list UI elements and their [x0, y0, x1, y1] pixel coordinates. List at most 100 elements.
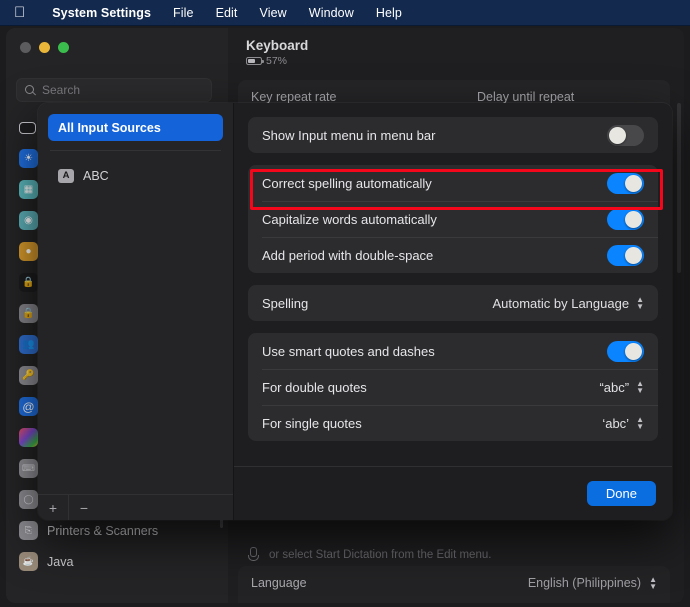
- row-spelling[interactable]: Spelling Automatic by Language ▲ ▼: [248, 285, 658, 321]
- menu-bar:  System Settings File Edit View Window …: [0, 0, 690, 26]
- row-label: Correct spelling automatically: [262, 175, 432, 191]
- battery-status: 57%: [246, 55, 287, 67]
- row-smart-quotes[interactable]: Use smart quotes and dashes: [248, 333, 658, 369]
- row-label: For single quotes: [262, 415, 362, 431]
- menu-item-window[interactable]: Window: [298, 6, 365, 20]
- trackpad-icon: [19, 121, 36, 134]
- spelling-value: Automatic by Language: [492, 295, 630, 311]
- done-button[interactable]: Done: [586, 481, 656, 506]
- spelling-select[interactable]: Automatic by Language ▲ ▼: [492, 296, 644, 311]
- search-placeholder: Search: [42, 83, 81, 97]
- key-icon: 🔑: [19, 366, 38, 385]
- traffic-lights: [20, 42, 69, 53]
- sheet-main: Show Input menu in menu bar Correct spel…: [234, 103, 672, 520]
- add-period-toggle[interactable]: [607, 244, 644, 266]
- capitalize-words-toggle[interactable]: [607, 208, 644, 230]
- abc-badge-icon: A: [58, 168, 74, 183]
- chevron-updown-icon[interactable]: ▲ ▼: [636, 416, 644, 431]
- add-input-source-button[interactable]: +: [38, 495, 68, 521]
- microphone-source-row[interactable]: Microphone source Automatic (USB Audio D…: [238, 599, 670, 603]
- users-icon: 👥: [19, 335, 38, 354]
- screen:  System Settings File Edit View Window …: [0, 0, 690, 607]
- row-label: Use smart quotes and dashes: [262, 343, 435, 359]
- double-quotes-value: “abc”: [599, 379, 630, 395]
- siri-spotlight-icon: ●: [19, 242, 38, 261]
- minimize-button[interactable]: [39, 42, 50, 53]
- lock-screen-icon: 🔒: [19, 304, 38, 323]
- menu-item-view[interactable]: View: [249, 6, 298, 20]
- siri-icon: ▦: [19, 180, 38, 199]
- search-input[interactable]: Search: [16, 78, 212, 102]
- row-label: Spelling: [262, 295, 309, 311]
- control-center-icon: ◉: [19, 211, 38, 230]
- options-card-quotes: Use smart quotes and dashes For double q…: [248, 333, 658, 441]
- close-button[interactable]: [20, 42, 31, 53]
- single-quotes-select[interactable]: ‘abc’ ▲ ▼: [602, 416, 644, 431]
- single-quotes-value: ‘abc’: [602, 415, 630, 431]
- chevron-updown-icon[interactable]: ▲ ▼: [636, 296, 644, 311]
- options-card-spelling: Spelling Automatic by Language ▲ ▼: [248, 285, 658, 321]
- row-label: For double quotes: [262, 379, 367, 395]
- sidebar-item-label: Printers & Scanners: [47, 523, 159, 538]
- keyboard-icon: ⌨: [19, 459, 38, 478]
- dictation-options-card: Language English (Philippines) ▲▼ Microp…: [238, 566, 670, 603]
- row-correct-spelling[interactable]: Correct spelling automatically: [248, 165, 658, 201]
- row-double-quotes[interactable]: For double quotes “abc” ▲ ▼: [248, 369, 658, 405]
- menu-item-edit[interactable]: Edit: [205, 6, 249, 20]
- row-single-quotes[interactable]: For single quotes ‘abc’ ▲ ▼: [248, 405, 658, 441]
- page-title: Keyboard: [246, 38, 309, 53]
- row-show-input-menu[interactable]: Show Input menu in menu bar: [248, 117, 658, 153]
- chevron-updown-icon[interactable]: ▲ ▼: [636, 380, 644, 395]
- row-capitalize-words[interactable]: Capitalize words automatically: [248, 201, 658, 237]
- row-label: Capitalize words automatically: [262, 211, 437, 227]
- content-scrollbar[interactable]: [677, 103, 681, 273]
- dictation-hint: or select Start Dictation from the Edit …: [246, 547, 491, 562]
- key-repeat-rate-label: Key repeat rate: [251, 89, 337, 104]
- divider: [50, 150, 221, 151]
- printer-icon: ⎘: [19, 521, 38, 540]
- sheet-sidebar: All Input Sources A ABC + −: [38, 103, 234, 520]
- remove-input-source-button[interactable]: −: [69, 495, 99, 521]
- menu-item-file[interactable]: File: [162, 6, 205, 20]
- game-center-icon: [19, 428, 38, 447]
- show-input-menu-toggle[interactable]: [607, 124, 644, 146]
- language-label: Language: [251, 575, 307, 590]
- language-row[interactable]: Language English (Philippines) ▲ ▼: [238, 566, 670, 599]
- double-quotes-select[interactable]: “abc” ▲ ▼: [599, 380, 644, 395]
- brightness-icon: ☀: [19, 149, 38, 168]
- row-label: Show Input menu in menu bar: [262, 127, 436, 143]
- sheet-sidebar-footer: + −: [38, 494, 233, 520]
- battery-icon: [246, 57, 264, 65]
- java-icon: ☕: [19, 552, 38, 571]
- options-card-text-input: Correct spelling automatically Capitaliz…: [248, 165, 658, 273]
- zoom-button[interactable]: [58, 42, 69, 53]
- at-sign-icon: @: [19, 397, 38, 416]
- battery-percent: 57%: [266, 55, 288, 67]
- microphone-icon: [246, 547, 259, 562]
- chevron-updown-icon[interactable]: ▲ ▼: [649, 575, 657, 590]
- search-icon: [25, 84, 36, 96]
- language-value[interactable]: English (Philippines) ▲ ▼: [527, 575, 657, 590]
- mouse-icon: ◯: [19, 490, 38, 509]
- language-value-text: English (Philippines): [527, 575, 642, 590]
- abc-label: ABC: [83, 168, 109, 183]
- smart-quotes-toggle[interactable]: [607, 340, 644, 362]
- lock-icon: 🔒: [19, 273, 38, 292]
- sheet-footer: Done: [234, 466, 672, 520]
- delay-until-repeat-label: Delay until repeat: [477, 89, 575, 104]
- sidebar-item-abc[interactable]: A ABC: [48, 162, 223, 189]
- dictation-hint-text: or select Start Dictation from the Edit …: [269, 548, 492, 561]
- sidebar-item-all-input-sources[interactable]: All Input Sources: [48, 114, 223, 141]
- correct-spelling-toggle[interactable]: [607, 172, 644, 194]
- options-card-input-menu: Show Input menu in menu bar: [248, 117, 658, 153]
- row-add-period[interactable]: Add period with double-space: [248, 237, 658, 273]
- input-sources-sheet: All Input Sources A ABC + − Show Input m…: [38, 103, 672, 520]
- sidebar-item-label: Java: [47, 554, 74, 569]
- menu-item-help[interactable]: Help: [365, 6, 413, 20]
- apple-logo-icon[interactable]: : [14, 5, 25, 20]
- sheet-options: Show Input menu in menu bar Correct spel…: [234, 103, 672, 441]
- menu-item-system-settings[interactable]: System Settings: [41, 6, 162, 20]
- all-input-sources-label: All Input Sources: [58, 120, 161, 135]
- sidebar-item-java[interactable]: ☕ Java: [6, 546, 228, 577]
- row-label: Add period with double-space: [262, 247, 434, 263]
